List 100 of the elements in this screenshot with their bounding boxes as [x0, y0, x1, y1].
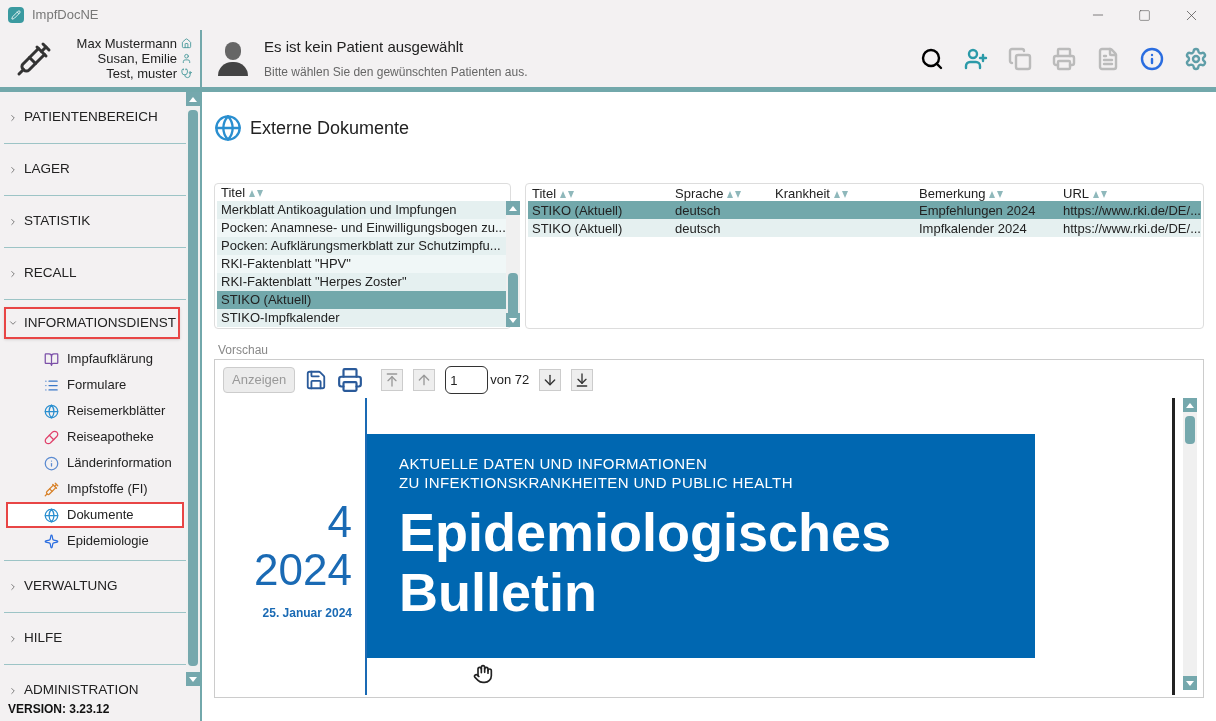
chevron-down-icon [8, 318, 18, 328]
issue-date: 25. Januar 2024 [262, 605, 352, 622]
page-input[interactable]: 1 [445, 366, 489, 394]
issue-number: 4 [327, 498, 352, 546]
next-page-icon[interactable] [539, 369, 562, 391]
sparkle-icon [44, 533, 59, 549]
nav-item[interactable]: Reisemerkblätter [6, 398, 184, 424]
list-row[interactable]: RKI-Faktenblatt "Herpes Zoster" [217, 273, 506, 291]
sort-icon[interactable] [1093, 189, 1107, 198]
list-row[interactable]: Merkblatt Antikoagulation und Impfungen [217, 201, 506, 219]
globe-icon [44, 507, 59, 523]
chevron-right-icon [8, 112, 18, 123]
chevron-right-icon [8, 216, 18, 227]
settings-icon[interactable] [1184, 46, 1208, 71]
list-row[interactable]: RKI-Faktenblatt "HPV" [217, 255, 506, 273]
search-icon[interactable] [920, 46, 944, 71]
person-icon [181, 53, 192, 64]
nav-section[interactable]: RECALL [4, 257, 81, 290]
globe-icon [214, 114, 242, 142]
person-silhouette-icon [218, 41, 248, 76]
scrollbar[interactable] [1183, 398, 1197, 690]
book-icon [44, 351, 59, 367]
sort-icon[interactable] [989, 189, 1004, 198]
column-header[interactable]: Krankheit [775, 184, 830, 204]
list-row[interactable]: Pocken: Aufklärungsmerkblatt zur Schutzimpfu... [217, 237, 506, 255]
nav-section[interactable]: PATIENTENBEREICH [4, 101, 162, 134]
page-title: Externe Dokumente [250, 116, 410, 140]
first-page-icon[interactable] [381, 369, 404, 391]
issue-year: 2024 [254, 546, 352, 594]
save-icon[interactable] [305, 369, 328, 391]
scroll-thumb[interactable] [188, 110, 198, 666]
column-header[interactable]: Titel [221, 182, 246, 203]
scroll-thumb[interactable] [1185, 416, 1195, 444]
last-page-icon[interactable] [571, 369, 594, 391]
chevron-right-icon [8, 164, 18, 175]
window-title: ImpfDocNE [32, 6, 99, 25]
bulletin-title: Bulletin [399, 562, 598, 622]
list-row[interactable]: Pocken: Anamnese- und Einwilligungsbogen zu... [217, 219, 506, 237]
patient-hint: Bitte wählen Sie den gewünschten Patienten aus. [264, 63, 528, 81]
chevron-right-icon [8, 633, 18, 644]
nav-section[interactable]: INFORMATIONSDIENST [4, 307, 180, 339]
chevron-right-icon [8, 268, 18, 279]
nav-item[interactable]: Epidemiologie [6, 528, 184, 554]
sort-icon[interactable] [833, 189, 848, 198]
hand-cursor-icon [473, 664, 493, 684]
nav-item[interactable]: Impfstoffe (FI) [6, 476, 184, 502]
info-icon[interactable] [1140, 46, 1164, 71]
list-icon [44, 377, 59, 393]
printer-icon[interactable] [337, 367, 364, 393]
nav-item[interactable]: Dokumente [6, 502, 184, 528]
vaccine-icon [44, 481, 59, 497]
sort-icon[interactable] [249, 188, 264, 197]
nav-section[interactable]: ADMINISTRATION [4, 674, 143, 697]
chevron-right-icon [8, 685, 18, 696]
app-logo-icon [8, 7, 24, 23]
nav-section[interactable]: VERWALTUNG [4, 570, 122, 603]
nav-item[interactable]: Impfaufklärung [6, 346, 184, 372]
column-header[interactable]: Sprache [675, 184, 724, 204]
table-cell-text: https://www.rki.de/DE/... [1063, 202, 1201, 220]
table-cell-text: Empfehlungen 2024 [919, 202, 1037, 220]
table-cell-text: STIKO (Aktuell) [532, 202, 624, 220]
table-row[interactable]: STIKO (Aktuell) deutsch Empfehlungen 2024 https://www.rki.de/DE/... [528, 201, 1201, 219]
table-cell-text: STIKO (Aktuell) [532, 220, 624, 238]
globe-icon [44, 403, 59, 419]
column-header[interactable]: Titel [532, 184, 557, 204]
syringe-icon [16, 40, 52, 77]
nav-section[interactable]: HILFE [4, 622, 67, 655]
doctor-icon [181, 68, 192, 79]
banner-subtitle: ZU INFEKTIONSKRANKHEITEN UND PUBLIC HEALTH [399, 473, 794, 492]
scroll-down-icon[interactable] [1186, 680, 1194, 686]
maximize-icon[interactable] [1138, 8, 1151, 22]
user-name: Test, muster [106, 66, 177, 81]
patient-status: Es ist kein Patient ausgewählt [264, 37, 465, 58]
column-header[interactable]: URL [1063, 184, 1089, 204]
table-row[interactable]: STIKO (Aktuell) deutsch Impfkalender 2024 https://www.rki.de/DE/... [528, 219, 1201, 237]
table-cell-text: https://www.rki.de/DE/... [1063, 220, 1201, 238]
scroll-up-icon[interactable] [508, 205, 517, 211]
table-cell-text: deutsch [675, 220, 722, 238]
info-icon [44, 455, 59, 471]
table-cell-text: deutsch [675, 202, 722, 220]
add-person-icon[interactable] [964, 46, 988, 71]
nav-item[interactable]: Länderinformation [6, 450, 184, 476]
list-row[interactable]: STIKO-Impfkalender [217, 309, 506, 327]
scroll-up-icon[interactable] [1186, 402, 1194, 408]
user-name: Susan, Emilie [97, 51, 177, 66]
scrollbar[interactable] [186, 92, 200, 686]
scroll-down-icon[interactable] [189, 676, 197, 682]
nav-section[interactable]: STATISTIK [4, 205, 95, 238]
list-row[interactable]: STIKO (Aktuell) [217, 291, 506, 309]
page-total: von 72 [490, 371, 530, 390]
column-header[interactable]: Bemerkung [919, 184, 986, 204]
nav-item[interactable]: Reiseapotheke [6, 424, 184, 450]
table-cell-text: Impfkalender 2024 [919, 220, 1028, 238]
section-label: Vorschau [217, 342, 270, 359]
sort-icon[interactable] [727, 189, 742, 198]
scroll-up-icon[interactable] [189, 96, 197, 102]
sort-icon[interactable] [560, 189, 575, 198]
nav-section[interactable]: LAGER [4, 153, 74, 186]
previous-page-icon[interactable] [413, 369, 436, 391]
nav-item[interactable]: Formulare [6, 372, 184, 398]
